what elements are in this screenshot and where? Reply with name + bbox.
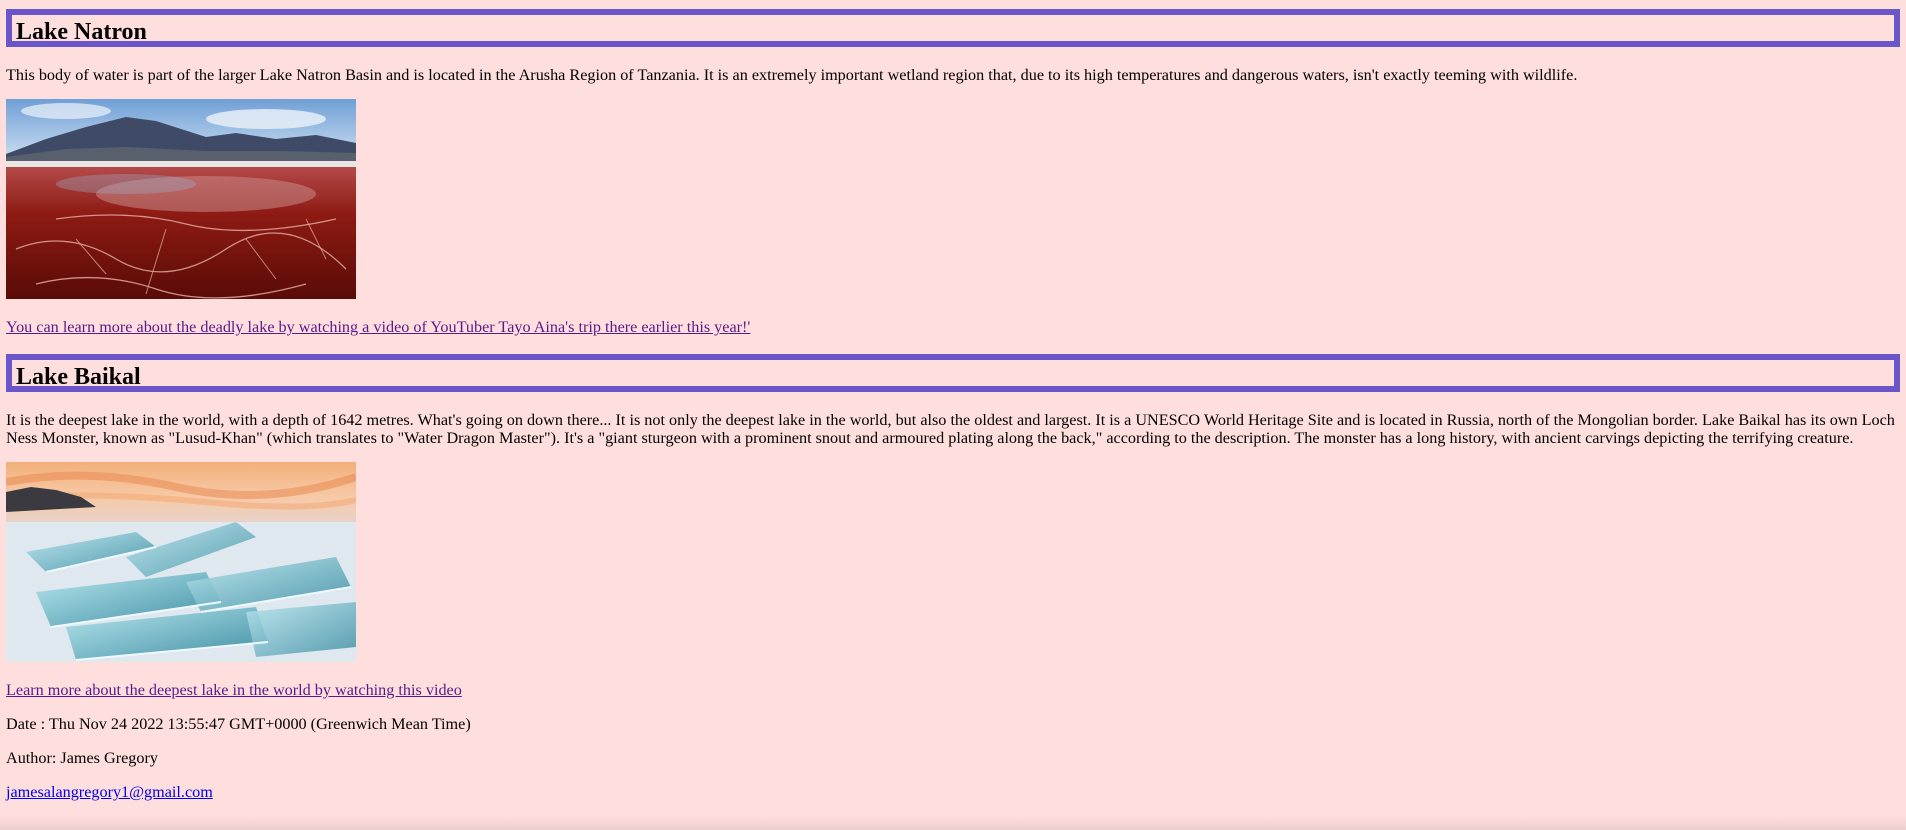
page: Lake Natron This body of water is part o… <box>0 9 1906 801</box>
deepest-lake-video-link[interactable]: Learn more about the deepest lake in the… <box>6 681 462 699</box>
lake-baikal-image <box>6 462 356 662</box>
lake-natron-image <box>6 99 356 299</box>
tayo-aina-video-link[interactable]: You can learn more about the deadly lake… <box>6 318 750 336</box>
bottom-shadow <box>0 814 1906 830</box>
section-lake-natron: Lake Natron This body of water is part o… <box>6 9 1900 336</box>
section-description: It is the deepest lake in the world, wit… <box>6 411 1895 447</box>
author-text: Author: James Gregory <box>6 749 158 767</box>
section-description: This body of water is part of the larger… <box>6 66 1578 84</box>
author-email-link[interactable]: jamesalangregory1@gmail.com <box>6 783 213 801</box>
date-text: Date : Thu Nov 24 2022 13:55:47 GMT+0000… <box>6 715 471 733</box>
section-title: Lake Baikal <box>6 354 1900 392</box>
section-lake-baikal: Lake Baikal It is the deepest lake in th… <box>6 354 1900 699</box>
section-title: Lake Natron <box>6 9 1900 47</box>
